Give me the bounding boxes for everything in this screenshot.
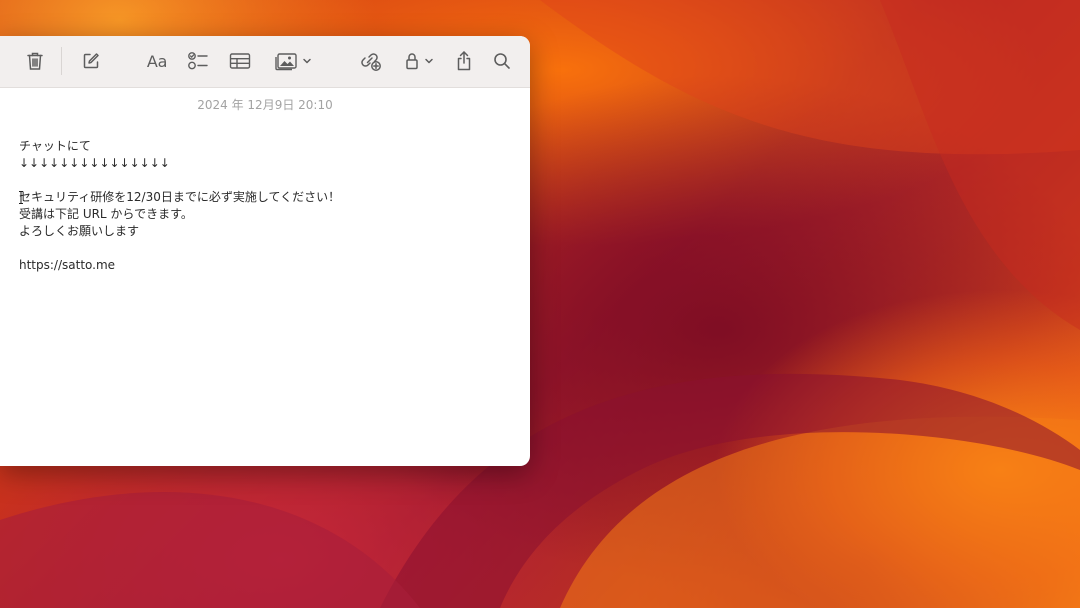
media-button[interactable]	[272, 50, 314, 72]
note-line	[19, 172, 509, 189]
toolbar-divider	[61, 47, 62, 75]
note-editor[interactable]: 2024 年 12月9日 20:10 チャットにて ↓↓↓↓↓↓↓↓↓↓↓↓↓↓…	[0, 87, 530, 466]
note-content[interactable]: チャットにて ↓↓↓↓↓↓↓↓↓↓↓↓↓↓↓ セキュリティ研修を12/30日まで…	[19, 138, 509, 274]
trash-icon	[27, 52, 43, 70]
note-date: 2024 年 12月9日 20:10	[197, 98, 333, 112]
note-line	[19, 240, 509, 257]
share-button[interactable]	[453, 50, 475, 72]
notes-toolbar: Aa	[0, 36, 530, 88]
link-add-icon	[361, 53, 381, 71]
share-icon	[457, 51, 471, 71]
compose-button[interactable]	[80, 50, 102, 72]
delete-button[interactable]	[24, 50, 46, 72]
checklist-button[interactable]	[186, 50, 210, 72]
table-icon	[229, 53, 251, 69]
chevron-down-icon	[302, 58, 311, 64]
note-line: ↓↓↓↓↓↓↓↓↓↓↓↓↓↓↓	[19, 156, 170, 170]
note-line: よろしくお願いします	[19, 224, 140, 238]
checklist-icon	[188, 52, 208, 70]
note-line: チャットにて	[19, 139, 91, 153]
search-button[interactable]	[491, 50, 513, 72]
note-line: セキュリティ研修を12/30日までに必ず実施してください！	[19, 190, 341, 204]
note-line: 受講は下記 URL からできます。	[19, 207, 193, 221]
notes-window: Aa 2024 年 12月9日 20:10 チャットにて ↓↓↓↓↓↓↓↓↓↓↓…	[0, 36, 530, 466]
chevron-down-icon	[424, 58, 433, 64]
text-cursor-icon	[19, 191, 23, 204]
photo-icon	[274, 53, 297, 71]
format-button[interactable]: Aa	[144, 50, 170, 72]
search-icon	[494, 53, 510, 69]
text-format-icon: Aa	[146, 51, 168, 71]
compose-icon	[83, 53, 99, 69]
note-link[interactable]: https://satto.me	[19, 257, 509, 274]
table-button[interactable]	[228, 50, 252, 72]
collaborate-button[interactable]	[359, 50, 383, 72]
lock-button[interactable]	[401, 50, 437, 72]
lock-icon	[405, 53, 418, 70]
